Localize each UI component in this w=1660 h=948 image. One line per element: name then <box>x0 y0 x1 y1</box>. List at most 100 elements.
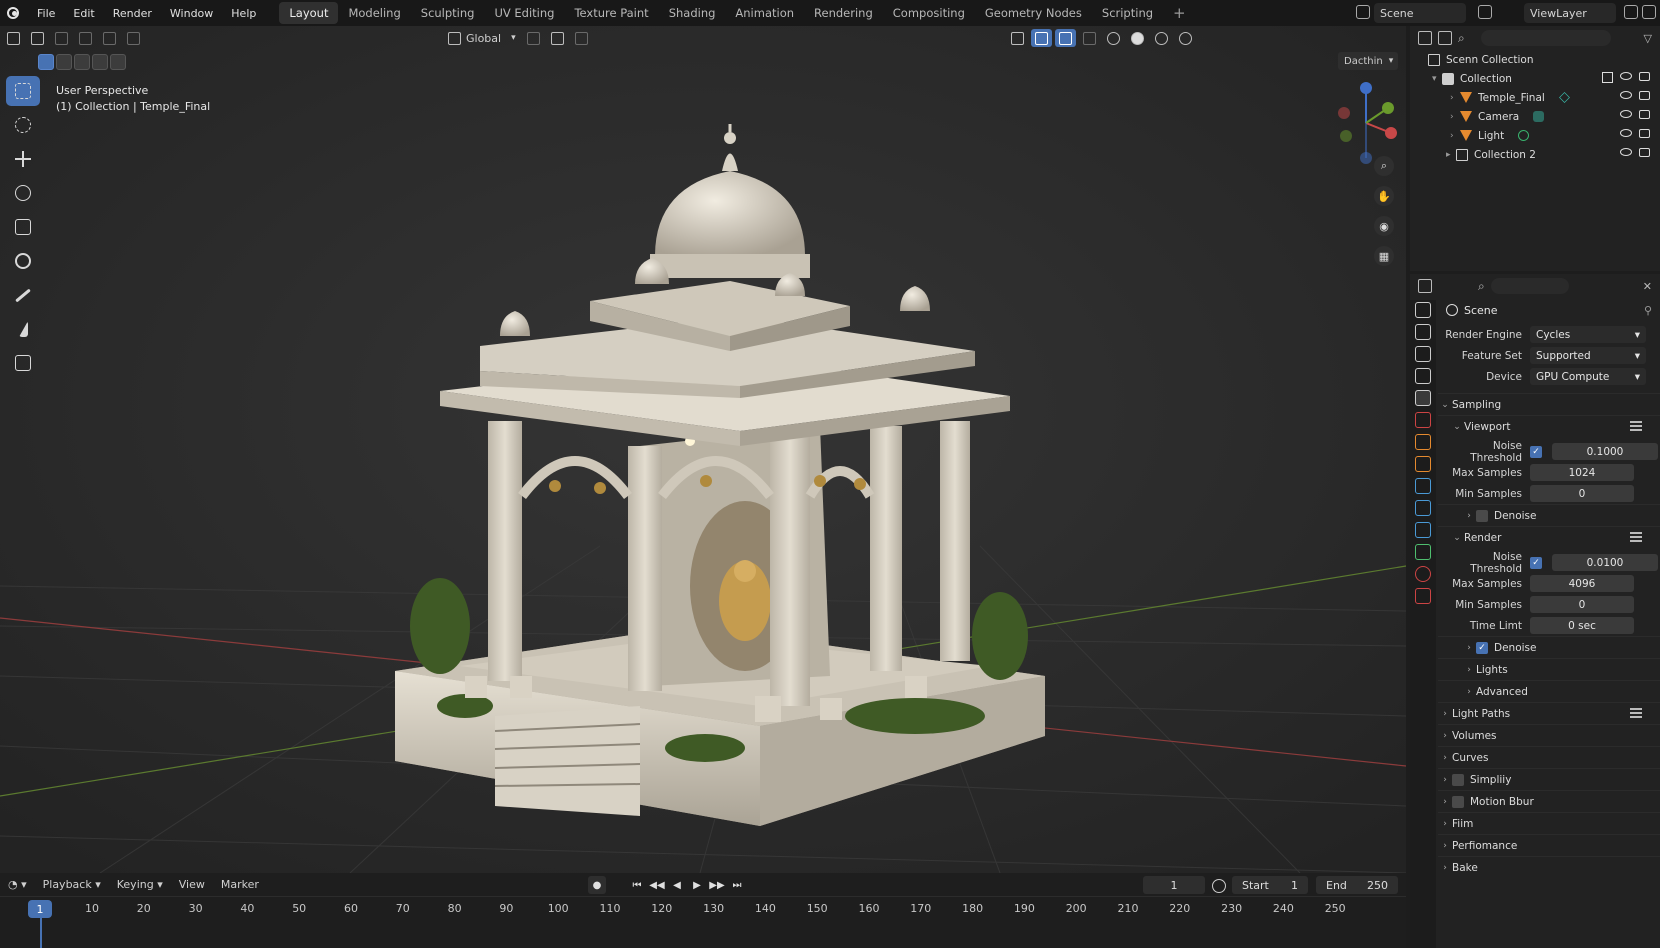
camera-view-icon[interactable]: ◉ <box>1374 216 1394 236</box>
remove-view-layer-icon[interactable] <box>1642 5 1656 19</box>
eye-icon[interactable] <box>1620 110 1632 118</box>
keying-menu[interactable]: Keying ▾ <box>109 878 171 891</box>
record-icon[interactable]: ● <box>588 876 606 894</box>
presets-list-icon[interactable] <box>1630 421 1642 431</box>
start-frame-field[interactable]: Start 1 <box>1232 876 1308 894</box>
3d-viewport[interactable]: Global ▾ Dacthin ▾ User Perspective (1) Co… <box>0 26 1406 873</box>
device-dropdown[interactable]: GPU Compute ▾ <box>1530 368 1646 385</box>
jump-end-icon[interactable]: ⏭ <box>728 876 746 894</box>
menu-file[interactable]: File <box>28 7 64 20</box>
current-frame-field[interactable]: 1 <box>1143 876 1205 894</box>
noise-threshold-checkbox[interactable]: ✓ <box>1530 445 1542 458</box>
outliner-item-collection-2[interactable]: ▸ Collection 2 <box>1410 145 1660 164</box>
texture-tab-icon[interactable] <box>1415 588 1431 604</box>
jump-start-icon[interactable]: ⏮ <box>628 876 646 894</box>
light-paths-panel-header[interactable]: › Light Paths <box>1438 702 1660 724</box>
viewport-max-samples-field[interactable]: 1024 <box>1530 464 1634 481</box>
outliner-editor-type-icon[interactable] <box>1418 31 1432 45</box>
data-tab-icon[interactable] <box>1415 544 1431 560</box>
select-box-tool[interactable] <box>6 76 40 106</box>
menu-render[interactable]: Render <box>104 7 161 20</box>
expand-icon[interactable]: ▸ <box>1446 150 1456 160</box>
select-new-button[interactable] <box>38 54 54 70</box>
render-camera-icon[interactable] <box>1639 72 1650 81</box>
display-mode-icon[interactable] <box>1438 31 1452 45</box>
transform-orientation-dropdown[interactable]: Global ▾ <box>444 29 520 47</box>
tab-uv-editing[interactable]: UV Editing <box>484 2 564 24</box>
presets-list-icon[interactable] <box>1630 532 1642 542</box>
zoom-icon[interactable]: ⌕ <box>1374 156 1394 176</box>
viewport-subpanel-header[interactable]: ⌄ Viewport <box>1438 415 1660 437</box>
simplify-checkbox[interactable] <box>1452 773 1464 786</box>
marker-menu[interactable]: Marker <box>213 878 267 891</box>
object-menu-button[interactable] <box>123 29 144 47</box>
curves-panel-header[interactable]: › Curves <box>1438 746 1660 768</box>
cursor-tool[interactable] <box>6 110 40 140</box>
navigation-gizmo[interactable] <box>1326 78 1406 168</box>
expand-icon[interactable]: › <box>1450 112 1460 122</box>
constraints-tab-icon[interactable] <box>1415 522 1431 538</box>
playhead[interactable]: 1 <box>28 900 52 918</box>
object-tab-icon[interactable] <box>1415 434 1431 450</box>
feature-set-dropdown[interactable]: Supported ▾ <box>1530 347 1646 364</box>
scale-tool[interactable] <box>6 212 40 242</box>
sampling-panel-header[interactable]: ⌄ Sampling <box>1438 393 1660 415</box>
add-menu-button[interactable] <box>99 29 120 47</box>
material-tab-icon[interactable] <box>1415 566 1431 582</box>
lights-subpanel-header[interactable]: › Lights <box>1438 658 1660 680</box>
play-reverse-icon[interactable]: ◀ <box>668 876 686 894</box>
modifier-tab-icon[interactable] <box>1415 456 1431 472</box>
object-mode-button[interactable] <box>27 29 48 47</box>
advanced-subpanel-header[interactable]: › Advanced <box>1438 680 1660 702</box>
select-intersect-button[interactable] <box>110 54 126 70</box>
close-icon[interactable]: ✕ <box>1643 280 1652 293</box>
render-denoise-header[interactable]: › ✓ Denoise <box>1438 636 1660 658</box>
new-scene-icon[interactable] <box>1478 5 1492 19</box>
outliner-item-light[interactable]: › Light <box>1410 126 1660 145</box>
use-preview-range-icon[interactable] <box>1212 879 1226 893</box>
simplify-panel-header[interactable]: › Simpliiy <box>1438 768 1660 790</box>
view-layer-tab-icon[interactable] <box>1415 368 1431 384</box>
scene-selector[interactable]: Scene <box>1374 3 1466 23</box>
eye-icon[interactable] <box>1620 129 1632 137</box>
tab-shading[interactable]: Shading <box>659 2 726 24</box>
expand-icon[interactable]: › <box>1450 131 1460 141</box>
particles-tab-icon[interactable] <box>1415 478 1431 494</box>
exclude-checkbox[interactable] <box>1602 72 1613 83</box>
render-camera-icon[interactable] <box>1639 129 1650 138</box>
playback-menu[interactable]: Playback ▾ <box>35 878 109 891</box>
properties-search-input[interactable] <box>1490 278 1569 294</box>
noise-threshold-checkbox[interactable]: ✓ <box>1530 556 1542 569</box>
motion-blur-checkbox[interactable] <box>1452 795 1464 808</box>
tab-texture-paint[interactable]: Texture Paint <box>564 2 658 24</box>
visibility-button[interactable] <box>1007 29 1028 47</box>
render-tab-icon[interactable] <box>1415 324 1431 340</box>
xray-button[interactable] <box>1079 29 1100 47</box>
add-workspace-icon[interactable]: + <box>1163 2 1196 24</box>
film-panel-header[interactable]: › Fiim <box>1438 812 1660 834</box>
menu-help[interactable]: Help <box>222 7 265 20</box>
tab-animation[interactable]: Animation <box>725 2 804 24</box>
blender-logo-icon[interactable] <box>4 4 22 22</box>
snap-button[interactable] <box>547 29 568 47</box>
wireframe-shading-button[interactable] <box>1103 29 1124 47</box>
gizmo-toggle-button[interactable] <box>1030 29 1052 47</box>
menu-window[interactable]: Window <box>161 7 222 20</box>
viewport-noise-threshold-field[interactable]: 0.1000 <box>1552 443 1658 460</box>
render-noise-threshold-field[interactable]: 0.0100 <box>1552 554 1658 571</box>
eye-icon[interactable] <box>1620 91 1632 99</box>
bake-panel-header[interactable]: › Bake <box>1438 856 1660 878</box>
outliner-item-temple-final[interactable]: › Temple_Final <box>1410 88 1660 107</box>
render-subpanel-header[interactable]: ⌄ Render <box>1438 526 1660 548</box>
measure-tool[interactable] <box>6 314 40 344</box>
ortho-grid-icon[interactable]: ▦ <box>1374 246 1394 266</box>
pan-hand-icon[interactable]: ✋ <box>1374 186 1394 206</box>
select-subtract-button[interactable] <box>74 54 90 70</box>
viewport-denoise-checkbox[interactable] <box>1476 509 1488 522</box>
pivot-point-button[interactable] <box>523 29 544 47</box>
select-invert-button[interactable] <box>92 54 108 70</box>
volumes-panel-header[interactable]: › Volumes <box>1438 724 1660 746</box>
view-layer-selector[interactable]: ViewLayer <box>1524 3 1616 23</box>
viewport-min-samples-field[interactable]: 0 <box>1530 485 1634 502</box>
expand-icon[interactable]: › <box>1450 93 1460 103</box>
